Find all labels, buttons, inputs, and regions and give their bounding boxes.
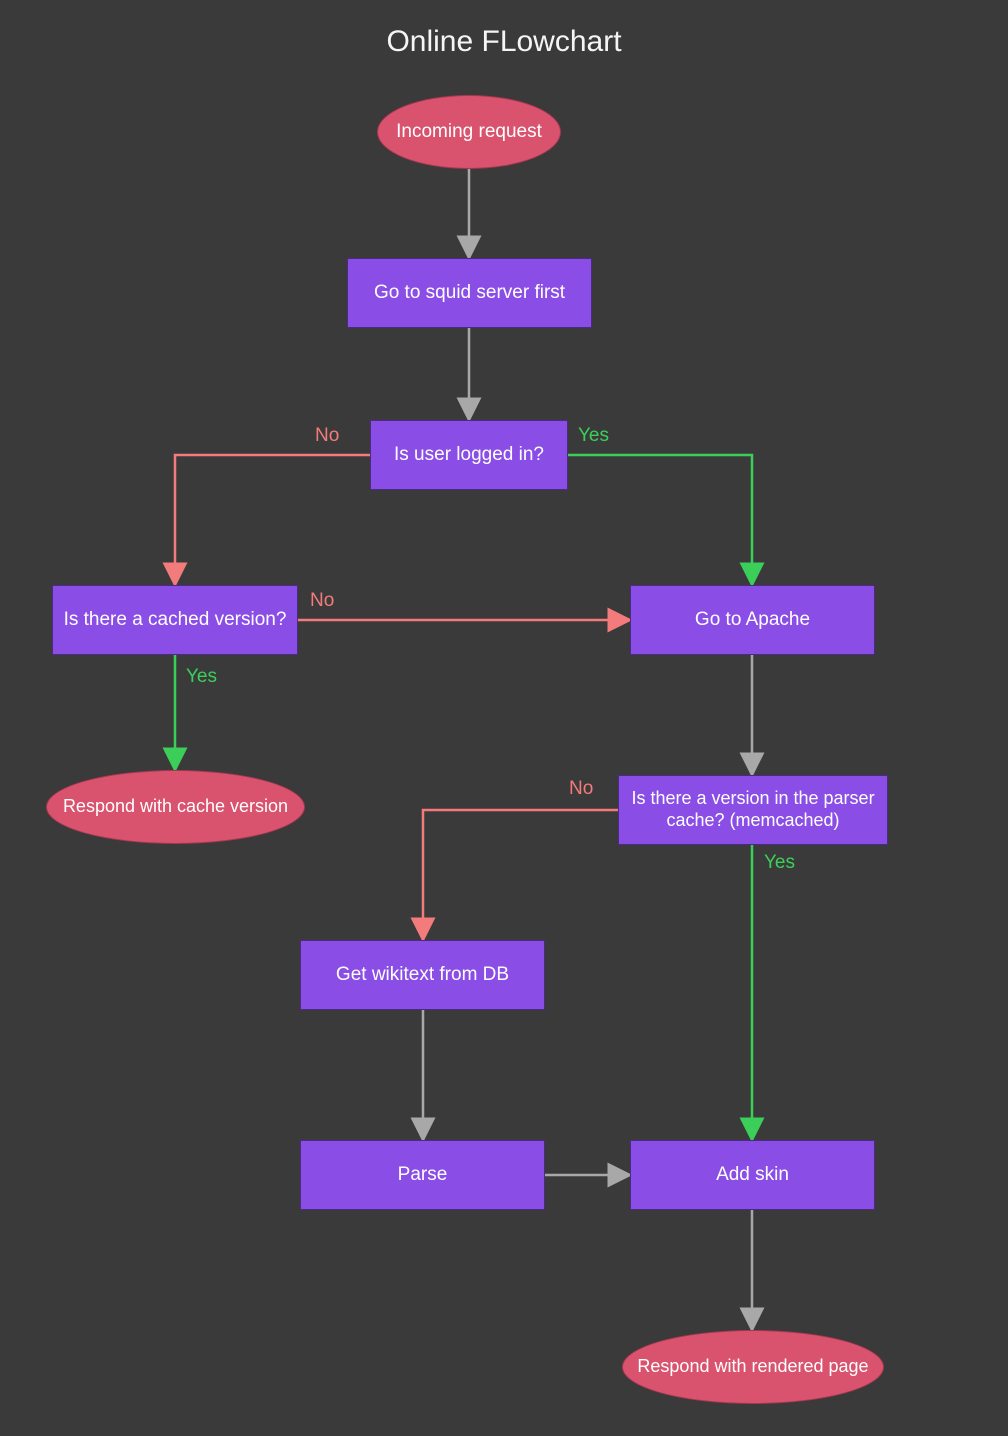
edge-label-mem-yes: Yes: [764, 852, 795, 874]
process-add-skin: Add skin: [630, 1140, 875, 1210]
edge-label-mem-no: No: [569, 778, 593, 800]
process-get-wikitext: Get wikitext from DB: [300, 940, 545, 1010]
process-apache: Go to Apache: [630, 585, 875, 655]
decision-cached-version: Is there a cached version?: [52, 585, 298, 655]
decision-user-logged-in: Is user logged in?: [370, 420, 568, 490]
edge-label-logged-yes: Yes: [578, 425, 609, 447]
edge-label-cached-no: No: [310, 590, 334, 612]
decision-parser-cache: Is there a version in the parser cache? …: [618, 775, 888, 845]
process-squid-server: Go to squid server first: [347, 258, 592, 328]
terminal-respond-rendered: Respond with rendered page: [622, 1330, 884, 1404]
page-title: Online FLowchart: [0, 25, 1008, 59]
terminal-incoming-request: Incoming request: [377, 95, 561, 169]
process-parse: Parse: [300, 1140, 545, 1210]
edge-label-logged-no: No: [315, 425, 339, 447]
connectors: [0, 0, 1008, 1436]
terminal-respond-cache: Respond with cache version: [46, 770, 305, 844]
edge-label-cached-yes: Yes: [186, 666, 217, 688]
